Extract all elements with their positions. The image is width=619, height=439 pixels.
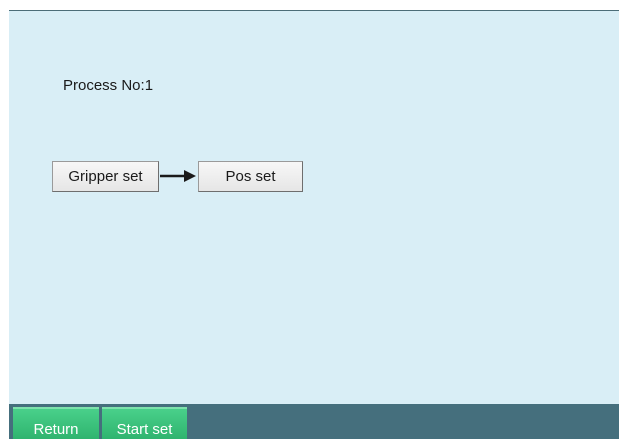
return-button[interactable]: Return (13, 407, 99, 439)
bottom-bar (9, 404, 619, 439)
process-number-label: Process No:1 (63, 77, 154, 94)
main-panel: Process No:1 (9, 10, 619, 405)
arrow-right-icon (160, 170, 196, 182)
start-set-button[interactable]: Start set (102, 407, 187, 439)
pos-set-button[interactable]: Pos set (198, 161, 303, 192)
gripper-set-button[interactable]: Gripper set (52, 161, 159, 192)
